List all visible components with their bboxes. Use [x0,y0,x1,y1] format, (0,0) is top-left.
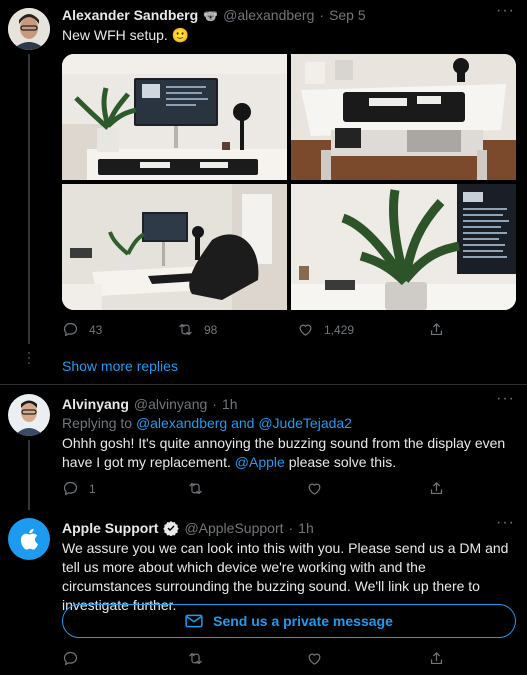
avatar-apple-support[interactable] [8,518,50,560]
replying-users[interactable]: @alexandberg and @JudeTejada2 [136,415,352,431]
show-more-dots [27,352,31,367]
more-icon[interactable]: ··· [496,514,515,532]
reply-time[interactable]: 1h [298,520,314,536]
retweet-action[interactable]: 98 [177,321,217,338]
photo-desk-plant[interactable] [62,54,287,180]
tweet-text: New WFH setup. 🙂 [62,27,190,43]
reply-count: 43 [89,322,103,337]
like-action[interactable] [306,480,323,497]
dm-button-label: Send us a private message [213,613,393,629]
reply-text-part2: please solve this. [288,454,397,470]
separator: · [212,396,217,412]
tweet1-header: Alexander Sandberg 🐨 @alexandberg · Sep … [62,7,366,23]
photo-grid [62,54,516,310]
retweet-icon [189,482,202,495]
photo-plant-closeup[interactable] [291,184,516,310]
share-icon [430,323,443,336]
replying-to: Replying to @alexandberg and @JudeTejada… [62,415,352,431]
share-icon [430,652,443,665]
author-handle[interactable]: @alvinyang [134,396,207,412]
thread-connector [28,54,30,344]
photo-chair-desk[interactable] [62,184,287,310]
avatar-alvinyang[interactable] [8,394,50,436]
author-handle[interactable]: @AppleSupport [184,520,283,536]
thread-connector [28,440,30,510]
reply-icon [63,651,78,666]
photo-standing-desk[interactable] [291,54,516,180]
verified-icon [163,521,180,536]
tweet-date[interactable]: Sep 5 [329,7,366,23]
separator: · [288,520,294,536]
separator: · [319,7,325,23]
reply-icon [63,481,78,496]
replying-prefix: Replying to [62,415,133,431]
mention-apple[interactable]: @Apple [235,454,285,470]
retweet-action[interactable] [187,480,204,497]
reply-action[interactable]: 43 [62,321,102,338]
avatar-alexander[interactable] [8,8,50,50]
like-icon [308,483,321,495]
retweet-icon [179,323,192,336]
avatar-portrait [8,394,50,436]
reply-time[interactable]: 1h [222,396,238,412]
author-name[interactable]: Alexander Sandberg [62,7,198,23]
share-action[interactable] [428,321,445,338]
author-handle[interactable]: @alexandberg [223,7,314,23]
send-private-message-button[interactable]: Send us a private message [62,604,516,638]
more-icon[interactable]: ··· [496,390,515,408]
reply-count: 1 [89,481,96,496]
retweet-action[interactable] [187,650,204,667]
reply-icon [63,322,78,337]
mail-icon [185,614,203,628]
reply-action[interactable] [62,650,79,667]
reply-text: Ohhh gosh! It's quite annoying the buzzi… [62,434,512,472]
reply2-header: Apple Support @AppleSupport · 1h [62,520,314,536]
badge-emoji: 🐨 [203,9,219,23]
show-more-replies[interactable]: Show more replies [62,358,178,374]
retweet-icon [189,652,202,665]
like-action[interactable]: 1,429 [297,321,354,338]
like-icon [299,324,312,336]
apple-logo-icon [20,528,39,550]
divider [0,384,527,385]
more-icon[interactable]: ··· [496,2,515,20]
reply1-header: Alvinyang @alvinyang · 1h [62,396,238,412]
author-name[interactable]: Apple Support [62,520,158,536]
author-name[interactable]: Alvinyang [62,396,129,412]
share-icon [430,482,443,495]
reply-action[interactable]: 1 [62,480,96,497]
share-action[interactable] [428,480,445,497]
avatar-portrait [8,8,50,50]
like-action[interactable] [306,650,323,667]
retweet-count: 98 [204,322,218,337]
share-action[interactable] [428,650,445,667]
like-icon [308,653,321,665]
like-count: 1,429 [324,322,355,337]
